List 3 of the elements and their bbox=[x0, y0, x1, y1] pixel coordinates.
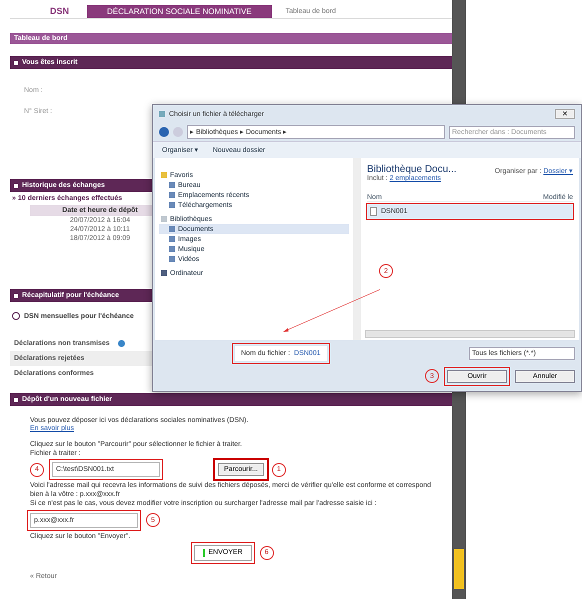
app-title: DÉCLARATION SOCIALE NOMINATIVE bbox=[87, 4, 272, 18]
logo-text: DSN bbox=[49, 6, 70, 16]
library-title: Bibliothèque Docu... bbox=[367, 164, 457, 175]
